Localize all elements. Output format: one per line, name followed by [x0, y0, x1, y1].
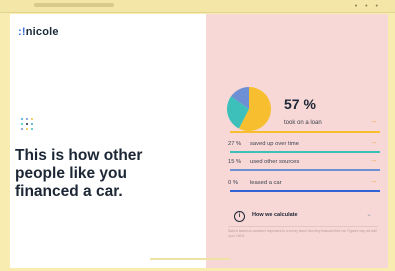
brand-logo[interactable]: :!nicole: [18, 26, 59, 38]
divider: [228, 226, 378, 227]
stat-label: used other sources: [250, 159, 300, 165]
stat-row-leased[interactable]: 0 % leased a car: [228, 180, 282, 186]
browser-controls-icon[interactable]: • • •: [355, 3, 381, 10]
page-headline: This is how other people like you financ…: [15, 147, 195, 201]
main-stat-arrow-icon[interactable]: →: [370, 118, 377, 125]
how-we-calculate-toggle[interactable]: i How we calculate ⌄: [234, 210, 372, 224]
fineprint: Data is based on customer responses to a…: [228, 229, 377, 238]
stat-row-saved[interactable]: 27 % saved up over time: [228, 141, 299, 147]
stat-label: saved up over time: [250, 141, 299, 147]
stat-label: leased a car: [250, 180, 282, 186]
financing-pie-chart: [227, 87, 271, 131]
scroll-hint: [150, 258, 230, 260]
decorative-dots-icon: [20, 118, 34, 132]
logo-mark: :!: [18, 26, 26, 38]
stat-arrow-icon[interactable]: →: [370, 178, 377, 185]
stat-pct: 0 %: [228, 180, 238, 186]
chevron-down-icon: ⌄: [366, 211, 372, 218]
left-panel: :!nicole This is how other people like y…: [10, 14, 206, 268]
main-stat-underline: [230, 131, 380, 133]
info-icon: i: [234, 211, 245, 222]
logo-text: nicole: [25, 26, 59, 38]
stat-underline-other: [230, 169, 380, 171]
stat-arrow-icon[interactable]: →: [370, 157, 377, 164]
browser-toolbar: • • •: [0, 0, 395, 13]
address-bar[interactable]: [34, 3, 114, 7]
stat-pct: 27 %: [228, 141, 242, 147]
stat-pct: 15 %: [228, 159, 242, 165]
main-stat-label: took on a loan: [284, 120, 322, 126]
main-stat-value: 57 %: [284, 96, 316, 112]
headline-line-1: This is how other: [15, 147, 143, 164]
results-panel: 57 % took on a loan → 27 % saved up over …: [206, 14, 388, 268]
calc-label: How we calculate: [252, 212, 298, 218]
stat-row-other[interactable]: 15 % used other sources: [228, 159, 299, 165]
headline-line-2: people like you: [15, 165, 127, 182]
stat-arrow-icon[interactable]: →: [370, 139, 377, 146]
stat-underline-saved: [230, 151, 380, 153]
headline-line-3: financed a car.: [15, 183, 123, 200]
page-frame: :!nicole This is how other people like y…: [10, 14, 388, 268]
stat-underline-leased: [230, 190, 380, 192]
